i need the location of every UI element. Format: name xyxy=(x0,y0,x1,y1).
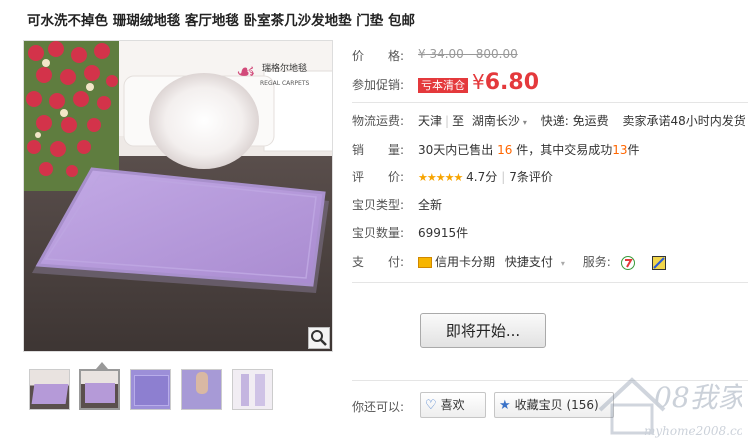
product-title: 可水洗不掉色 珊瑚绒地毯 客厅地毯 卧室茶几沙发地垫 门垫 包邮 xyxy=(27,13,415,29)
thumbnail-pointer-icon xyxy=(96,362,108,369)
brand-logo-text: 瑞格尔地毯 xyxy=(262,62,307,74)
magnifier-icon xyxy=(311,330,327,346)
heart-icon: ♡ xyxy=(425,398,437,413)
thumbnail-3[interactable] xyxy=(130,369,171,410)
price-label: 价 格: xyxy=(352,49,405,63)
sales-prefix: 30天内已售出 xyxy=(418,143,494,157)
separator: | xyxy=(445,114,450,128)
fast-pay-label: 快捷支付 xyxy=(504,255,553,269)
credit-installment-label: 信用卡分期 xyxy=(435,255,496,269)
promo-label: 参加促销: xyxy=(352,78,405,92)
watermark-main: 08我家 xyxy=(654,381,742,414)
pay-label: 支 付: xyxy=(352,255,405,269)
service-label: 服务: xyxy=(582,255,611,269)
sales-label: 销 量: xyxy=(352,143,405,157)
divider xyxy=(352,282,748,283)
thumbnail-2[interactable] xyxy=(79,369,120,410)
pay-value: 信用卡分期 快捷支付 ▾ 服务: xyxy=(418,253,667,270)
thumbnail-1[interactable] xyxy=(29,369,70,410)
share-label: 你还可以: xyxy=(352,400,405,414)
sales-success-count: 13 xyxy=(612,143,628,157)
svg-text:☙: ☙ xyxy=(236,60,256,85)
promo-value: 亏本清仓 ¥6.80 xyxy=(418,70,539,95)
type-label: 宝贝类型: xyxy=(352,198,405,212)
sales-suffix: 件 xyxy=(627,143,640,157)
credit-installment[interactable]: 信用卡分期 xyxy=(418,255,495,269)
promo-price: 6.80 xyxy=(484,70,540,95)
rating-score: 4.7分 xyxy=(466,170,498,184)
ship-to-select[interactable]: 湖南长沙 ▾ xyxy=(472,114,527,128)
original-price: ¥ 34.00 - 800.00 xyxy=(418,47,518,61)
stock-value: 69915件 xyxy=(418,226,469,240)
ship-promise: 卖家承诺48小时内发货 xyxy=(622,114,746,128)
separator: | xyxy=(501,170,506,184)
delivery-fee: 快递: 免运费 xyxy=(540,114,609,128)
type-value: 全新 xyxy=(418,198,443,212)
sales-value: 30天内已售出 16 件，其中交易成功13件 xyxy=(418,141,640,158)
sales-mid: 件，其中交易成功 xyxy=(516,143,613,157)
like-label: 喜欢 xyxy=(440,398,465,412)
like-button[interactable]: ♡ 喜欢 xyxy=(420,392,486,418)
ship-to-city: 湖南长沙 xyxy=(471,114,520,128)
ship-from: 天津 xyxy=(418,114,443,128)
product-photo: ☙ 瑞格尔地毯 REGAL CARPETS xyxy=(24,41,332,351)
rating-count-link[interactable]: 7条评价 xyxy=(509,170,553,184)
rating-label: 评 价: xyxy=(352,170,405,184)
star-rating-icon: ★★★★★ xyxy=(418,171,463,184)
promo-tag: 亏本清仓 xyxy=(418,78,468,93)
promo-currency: ¥ xyxy=(472,70,485,94)
divider xyxy=(352,102,748,103)
stock-label: 宝贝数量: xyxy=(352,226,405,240)
thumbnail-5[interactable] xyxy=(232,369,273,410)
guarantee-icon[interactable] xyxy=(652,255,667,270)
seven-day-return-icon[interactable] xyxy=(620,255,635,270)
sales-sold-count: 16 xyxy=(497,143,513,157)
site-watermark: 08我家 myhome2008.com xyxy=(598,377,742,438)
star-icon: ★ xyxy=(499,398,511,413)
fast-pay[interactable]: 快捷支付 ▾ xyxy=(505,255,565,269)
watermark-url: myhome2008.com xyxy=(644,424,742,438)
ship-to-label: 至 xyxy=(452,114,465,128)
main-product-image[interactable]: ☙ 瑞格尔地毯 REGAL CARPETS xyxy=(23,40,333,352)
rating-value: ★★★★★ 4.7分 | 7条评价 xyxy=(418,168,553,185)
zoom-button[interactable] xyxy=(308,327,330,349)
shipping-value: 天津 | 至 湖南长沙 ▾ 快递: 免运费 卖家承诺48小时内发货 xyxy=(418,112,746,129)
collect-label: 收藏宝贝 (156) xyxy=(514,398,599,412)
credit-card-icon xyxy=(418,257,432,268)
shipping-label: 物流运费: xyxy=(352,114,405,128)
chevron-down-icon: ▾ xyxy=(522,118,527,127)
thumbnail-4[interactable] xyxy=(181,369,222,410)
brand-logo-sub: REGAL CARPETS xyxy=(260,80,310,87)
buy-now-button[interactable]: 即将开始... xyxy=(420,313,546,348)
chevron-down-icon: ▾ xyxy=(560,259,565,268)
